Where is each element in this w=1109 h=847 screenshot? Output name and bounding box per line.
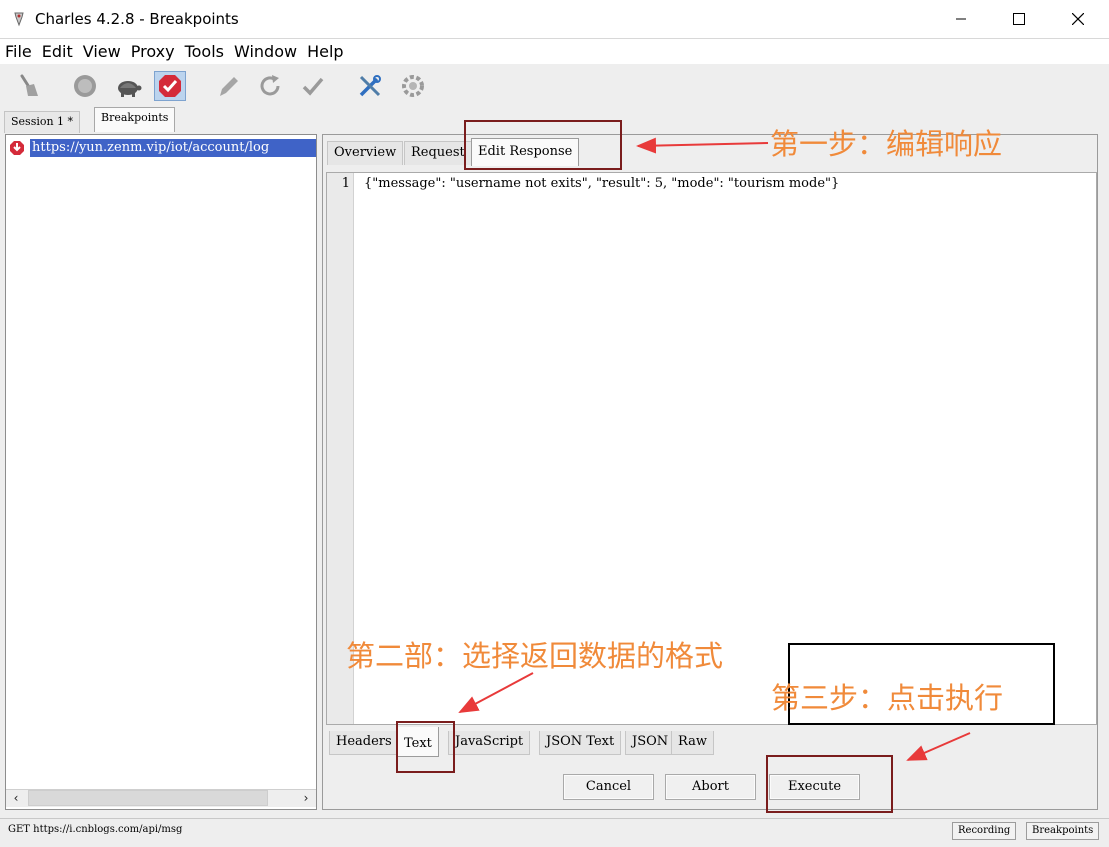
compose-icon — [220, 77, 238, 96]
record-button[interactable] — [69, 71, 101, 101]
settings-button[interactable] — [397, 71, 429, 101]
throttle-button[interactable] — [112, 71, 144, 101]
menu-window[interactable]: Window — [229, 42, 302, 61]
menu-bar: File Edit View Proxy Tools Window Help — [0, 38, 1109, 64]
maximize-icon — [1013, 13, 1025, 25]
settings-icon — [402, 75, 424, 97]
tools-button[interactable] — [354, 71, 386, 101]
menu-edit[interactable]: Edit — [37, 42, 78, 61]
validate-icon — [302, 77, 324, 96]
annotation-step2: 第二部：选择返回数据的格式 — [346, 639, 724, 673]
menu-tools[interactable]: Tools — [180, 42, 229, 61]
menu-help[interactable]: Help — [302, 42, 348, 61]
minimize-button[interactable] — [932, 0, 990, 38]
request-list-item[interactable]: https://yun.zenm.vip/iot/account/log — [30, 139, 316, 157]
format-tab-javascript[interactable]: JavaScript — [448, 731, 531, 755]
line-number: 1 — [341, 176, 350, 191]
recording-status-button[interactable]: Recording — [952, 822, 1017, 840]
breakpoint-request-icon — [10, 141, 24, 155]
validate-button[interactable] — [297, 71, 329, 101]
cancel-button[interactable]: Cancel — [563, 774, 654, 800]
breakpoint-icon — [159, 75, 181, 97]
menu-view[interactable]: View — [78, 42, 126, 61]
abort-button[interactable]: Abort — [665, 774, 756, 800]
annotation-step1: 第一步：编辑响应 — [770, 127, 1003, 161]
broom-icon — [20, 74, 38, 96]
format-tab-raw[interactable]: Raw — [671, 731, 714, 755]
turtle-icon — [118, 81, 142, 97]
scrollbar-thumb[interactable] — [28, 790, 268, 806]
minimize-icon — [956, 18, 966, 20]
breakpoints-toggle-button[interactable] — [154, 71, 186, 101]
annotation-step3: 第三步：点击执行 — [771, 681, 1004, 715]
window-title: Charles 4.2.8 - Breakpoints — [35, 10, 239, 28]
tab-overview[interactable]: Overview — [327, 141, 404, 165]
clear-session-button[interactable] — [12, 71, 44, 101]
highlight-box-text-tab — [396, 721, 455, 773]
highlight-box-execute — [766, 755, 893, 813]
tools-icon — [359, 75, 381, 97]
request-list-panel — [5, 134, 317, 810]
scroll-right-icon[interactable]: › — [296, 789, 316, 807]
format-tab-headers[interactable]: Headers — [329, 731, 399, 755]
charles-app-icon — [14, 12, 24, 27]
scroll-left-icon[interactable]: ‹ — [6, 789, 26, 807]
tab-session-1[interactable]: Session 1 * — [4, 111, 81, 133]
breakpoints-status-button[interactable]: Breakpoints — [1026, 822, 1100, 840]
menu-file[interactable]: File — [0, 42, 37, 61]
close-icon — [1072, 13, 1084, 25]
maximize-button[interactable] — [990, 0, 1048, 38]
record-icon — [74, 75, 96, 97]
repeat-icon — [260, 75, 280, 96]
compose-button[interactable] — [212, 71, 244, 101]
repeat-button[interactable] — [254, 71, 286, 101]
format-tab-json-text[interactable]: JSON Text — [539, 731, 622, 755]
menu-proxy[interactable]: Proxy — [126, 42, 180, 61]
response-body-text[interactable]: {"message": "username not exits", "resul… — [364, 176, 839, 191]
status-text: GET https://i.cnblogs.com/api/msg — [8, 824, 183, 835]
tab-breakpoints[interactable]: Breakpoints — [94, 107, 176, 132]
highlight-box-edit-response — [464, 120, 622, 170]
tab-request[interactable]: Request — [404, 141, 472, 165]
close-button[interactable] — [1049, 0, 1107, 38]
format-tab-json[interactable]: JSON — [625, 731, 676, 755]
